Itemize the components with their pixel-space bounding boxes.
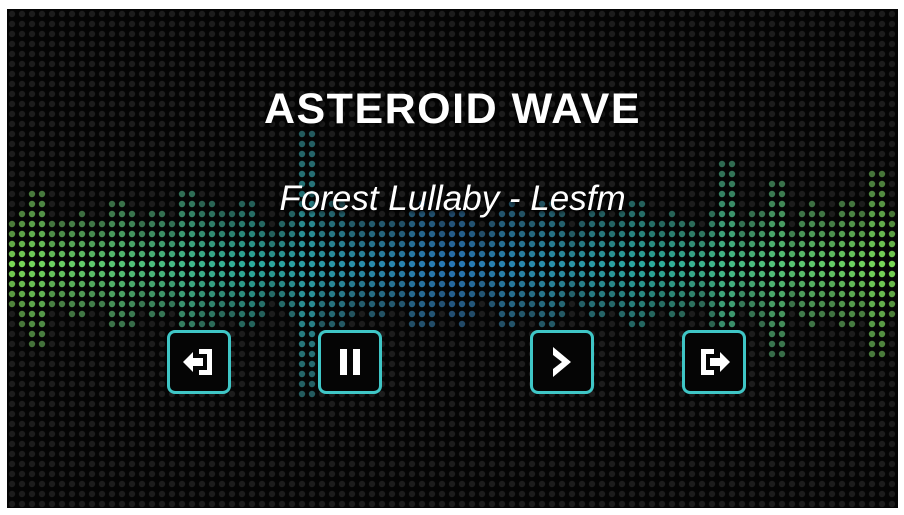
pause-icon <box>340 349 360 375</box>
next-track-button[interactable] <box>530 330 594 394</box>
audio-visualizer-background <box>8 10 896 508</box>
game-screen: ASTEROID WAVE Forest Lullaby - Lesfm <box>7 9 898 508</box>
now-playing-track: Forest Lullaby - Lesfm <box>279 179 626 218</box>
game-title: ASTEROID WAVE <box>263 85 642 133</box>
exit-right-icon <box>701 349 730 375</box>
exit-button[interactable] <box>682 330 746 394</box>
chevron-right-icon <box>553 347 571 377</box>
exit-left-icon <box>183 349 212 375</box>
previous-track-button[interactable] <box>167 330 231 394</box>
pause-button[interactable] <box>318 330 382 394</box>
